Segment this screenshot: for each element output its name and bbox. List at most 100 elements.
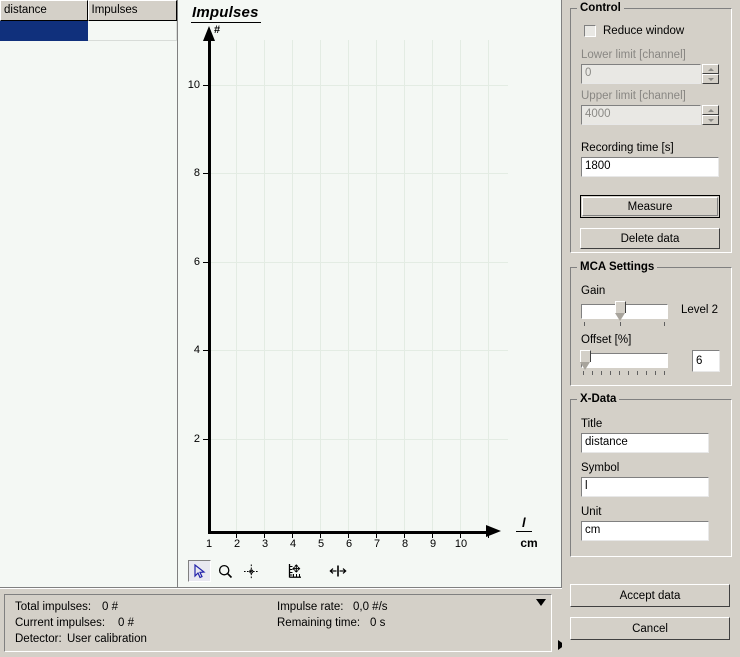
offset-slider-thumb[interactable]: [580, 350, 591, 370]
table-cell-distance[interactable]: [0, 21, 88, 41]
y-tick: [203, 439, 209, 440]
table-column-header-impulses[interactable]: Impulses: [87, 0, 177, 21]
offset-slider-tick: [628, 371, 629, 375]
lower-limit-label: Lower limit [channel]: [581, 49, 686, 61]
gridline-h: [208, 439, 508, 440]
y-tick-label: 2: [193, 433, 200, 445]
x-tick-label: 1: [205, 538, 213, 550]
chart-panel: Impulses # 10 8 6 4 2 1 2 3 4 5 6 7 8 9 …: [178, 0, 562, 588]
horizontal-span-icon[interactable]: [326, 560, 349, 582]
y-tick-label: 10: [187, 79, 200, 91]
table-column-header-distance[interactable]: distance: [0, 0, 88, 21]
cancel-button[interactable]: Cancel: [570, 617, 730, 640]
gain-level-text: Level 2: [681, 304, 719, 316]
spinner-up-icon[interactable]: [702, 64, 719, 74]
table-header-row: distance Impulses: [0, 0, 177, 21]
y-axis-line: [208, 40, 211, 534]
upper-limit-input[interactable]: 4000: [581, 105, 701, 125]
offset-slider-tick: [619, 371, 620, 375]
xdata-title-input[interactable]: distance: [581, 433, 709, 453]
gridline-v: [292, 40, 293, 534]
y-tick: [203, 85, 209, 86]
gridline-h: [208, 350, 508, 351]
data-table[interactable]: distance Impulses: [0, 0, 178, 588]
offset-slider-track[interactable]: [581, 353, 668, 368]
status-remaining-time-value: 0 s: [370, 617, 386, 629]
xdata-group: X-Data Title distance Symbol l Unit cm: [570, 393, 732, 557]
x-axis-symbol: l: [516, 515, 532, 532]
x-tick-label: 7: [373, 538, 381, 550]
status-current-impulses-label: Current impulses:: [15, 617, 106, 629]
offset-slider-thumb-tip: [580, 362, 590, 370]
gridline-v: [348, 40, 349, 534]
reduce-window-label[interactable]: Reduce window: [603, 25, 684, 37]
crosshair-icon[interactable]: [240, 560, 263, 582]
plot-area[interactable]: [208, 40, 508, 534]
spinner-up-icon[interactable]: [702, 105, 719, 115]
table-row[interactable]: [0, 21, 177, 41]
spinner-down-icon[interactable]: [702, 115, 719, 125]
status-current-impulses-value: 0 #: [118, 617, 134, 629]
recording-time-input[interactable]: 1800: [581, 157, 719, 177]
gridline-v: [432, 40, 433, 534]
status-remaining-time-label: Remaining time:: [277, 617, 361, 629]
x-tick-label: 9: [429, 538, 437, 550]
status-total-impulses-value: 0 #: [102, 601, 118, 613]
x-tick-label: 10: [454, 538, 468, 550]
gridline-v: [404, 40, 405, 534]
reduce-window-checkbox[interactable]: [584, 25, 596, 37]
y-tick: [203, 262, 209, 263]
upper-limit-spinner[interactable]: [702, 105, 719, 125]
cursor-arrow-icon[interactable]: [188, 560, 211, 582]
status-detector-value: User calibration: [67, 633, 147, 645]
x-tick: [488, 534, 489, 538]
x-axis-unit: cm: [520, 536, 538, 550]
status-total-impulses-label: Total impulses:: [15, 601, 92, 613]
gridline-h: [208, 85, 508, 86]
offset-slider-tick: [637, 371, 638, 375]
gridline-h: [208, 262, 508, 263]
axis-scale-icon[interactable]: [283, 560, 306, 582]
accept-data-button[interactable]: Accept data: [570, 584, 730, 607]
x-tick-label: 6: [345, 538, 353, 550]
chart-title: Impulses: [191, 4, 261, 23]
offset-slider-tick: [601, 371, 602, 375]
offset-value-input[interactable]: 6: [692, 350, 720, 372]
x-tick-label: 5: [317, 538, 325, 550]
offset-slider-tick: [592, 371, 593, 375]
gridline-v: [488, 40, 489, 534]
gridline-v: [320, 40, 321, 534]
lower-limit-input[interactable]: 0: [581, 64, 701, 84]
table-cell-impulses[interactable]: [87, 21, 177, 41]
y-tick-label: 4: [193, 344, 200, 356]
xdata-unit-input[interactable]: cm: [581, 521, 709, 541]
gain-slider-tick: [664, 322, 665, 326]
lower-limit-spinner[interactable]: [702, 64, 719, 84]
gridline-v: [460, 40, 461, 534]
offset-slider-thumb-body: [580, 350, 591, 362]
x-tick-label: 2: [233, 538, 241, 550]
gain-label: Gain: [581, 285, 606, 297]
right-panel: Control Reduce window Lower limit [chann…: [562, 0, 740, 657]
chart-title-wrap: Impulses: [191, 4, 261, 23]
gain-slider-thumb[interactable]: [615, 301, 626, 321]
gridline-v: [236, 40, 237, 534]
chart-toolbar: [188, 559, 352, 583]
offset-slider-tick: [646, 371, 647, 375]
spinner-down-icon[interactable]: [702, 74, 719, 84]
cancel-button-label: Cancel: [632, 622, 668, 635]
offset-slider-tick: [664, 371, 665, 375]
xdata-symbol-input[interactable]: l: [581, 477, 709, 497]
gain-slider-thumb-body: [615, 301, 626, 313]
magnifier-icon[interactable]: [214, 560, 237, 582]
mca-settings-group: MCA Settings Gain Level 2 Offset [%] 6: [570, 261, 732, 386]
measure-button[interactable]: Measure: [580, 195, 720, 218]
offset-slider-tick: [655, 371, 656, 375]
gain-slider-tick: [620, 322, 621, 326]
xdata-unit-label: Unit: [581, 506, 602, 518]
delete-data-button-label: Delete data: [620, 232, 680, 245]
delete-data-button[interactable]: Delete data: [580, 228, 720, 249]
recording-time-label: Recording time [s]: [581, 142, 674, 154]
xdata-symbol-label: Symbol: [581, 462, 620, 474]
chevron-down-icon[interactable]: [536, 599, 546, 606]
